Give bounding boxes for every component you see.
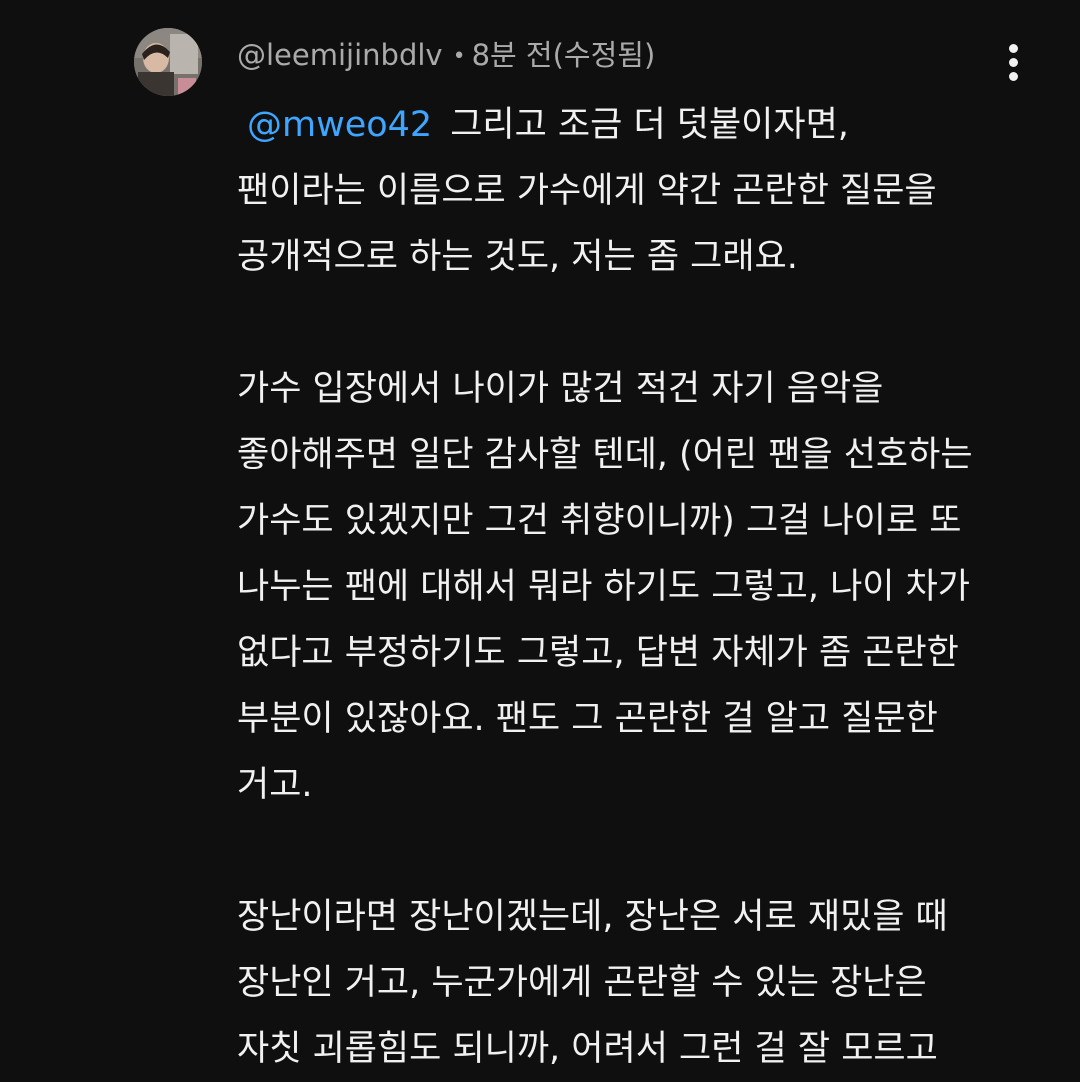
- more-vert-icon-dot-bottom: [1009, 72, 1018, 81]
- comment-line: 없다고 부정하기도 그렇고, 답변 자체가 좀 곤란한: [237, 633, 959, 673]
- comment-header: @leemijinbdlv • 8분 전(수정됨): [237, 34, 655, 76]
- mention-link[interactable]: @mweo42: [237, 105, 432, 145]
- comment-line: @mweo42 그리고 조금 더 덧붙이자면,: [237, 92, 1037, 158]
- more-options-button[interactable]: [994, 40, 1034, 84]
- comment-body: @mweo42 그리고 조금 더 덧붙이자면, 팬이라는 이름으로 가수에게 약간…: [237, 92, 1037, 1082]
- more-vert-icon-dot-middle: [1009, 58, 1018, 67]
- separator-dot: •: [452, 44, 466, 69]
- comment-text: 그리고 조금 더 덧붙이자면,: [450, 105, 849, 145]
- avatar[interactable]: [134, 28, 202, 96]
- comment-line: 장난인 거고, 누군가에게 곤란할 수 있는 장난은: [237, 963, 927, 1003]
- comment-line: 가수 입장에서 나이가 많건 적건 자기 음악을: [237, 369, 884, 409]
- comment-line: 좋아해주면 일단 감사할 텐데, (어린 팬을 선호하는: [237, 435, 973, 475]
- avatar-image: [134, 28, 202, 96]
- comment-line: 가수도 있겠지만 그건 취향이니까) 그걸 나이로 또: [237, 501, 962, 541]
- comment-thread-item: @leemijinbdlv • 8분 전(수정됨) @mweo42 그리고 조금 더 …: [0, 0, 1080, 1080]
- more-vert-icon-dot-top: [1009, 44, 1018, 53]
- author-name[interactable]: @leemijinbdlv: [237, 38, 443, 72]
- comment-line: 거고.: [237, 765, 313, 805]
- comment-line: 부분이 있잖아요. 팬도 그 곤란한 걸 알고 질문한: [237, 699, 938, 739]
- comment-timestamp[interactable]: 8분 전(수정됨): [472, 38, 656, 72]
- comment-line: 공개적으로 하는 것도, 저는 좀 그래요.: [237, 237, 798, 277]
- comment-line: 장난이라면 장난이겠는데, 장난은 서로 재밌을 때: [237, 897, 948, 937]
- comment-line: 자칫 괴롭힘도 되니까, 어려서 그런 걸 잘 모르고: [237, 1029, 938, 1069]
- comment-line: 나누는 팬에 대해서 뭐라 하기도 그렇고, 나이 차가: [237, 567, 971, 607]
- comment-line: 팬이라는 이름으로 가수에게 약간 곤란한 질문을: [237, 171, 937, 211]
